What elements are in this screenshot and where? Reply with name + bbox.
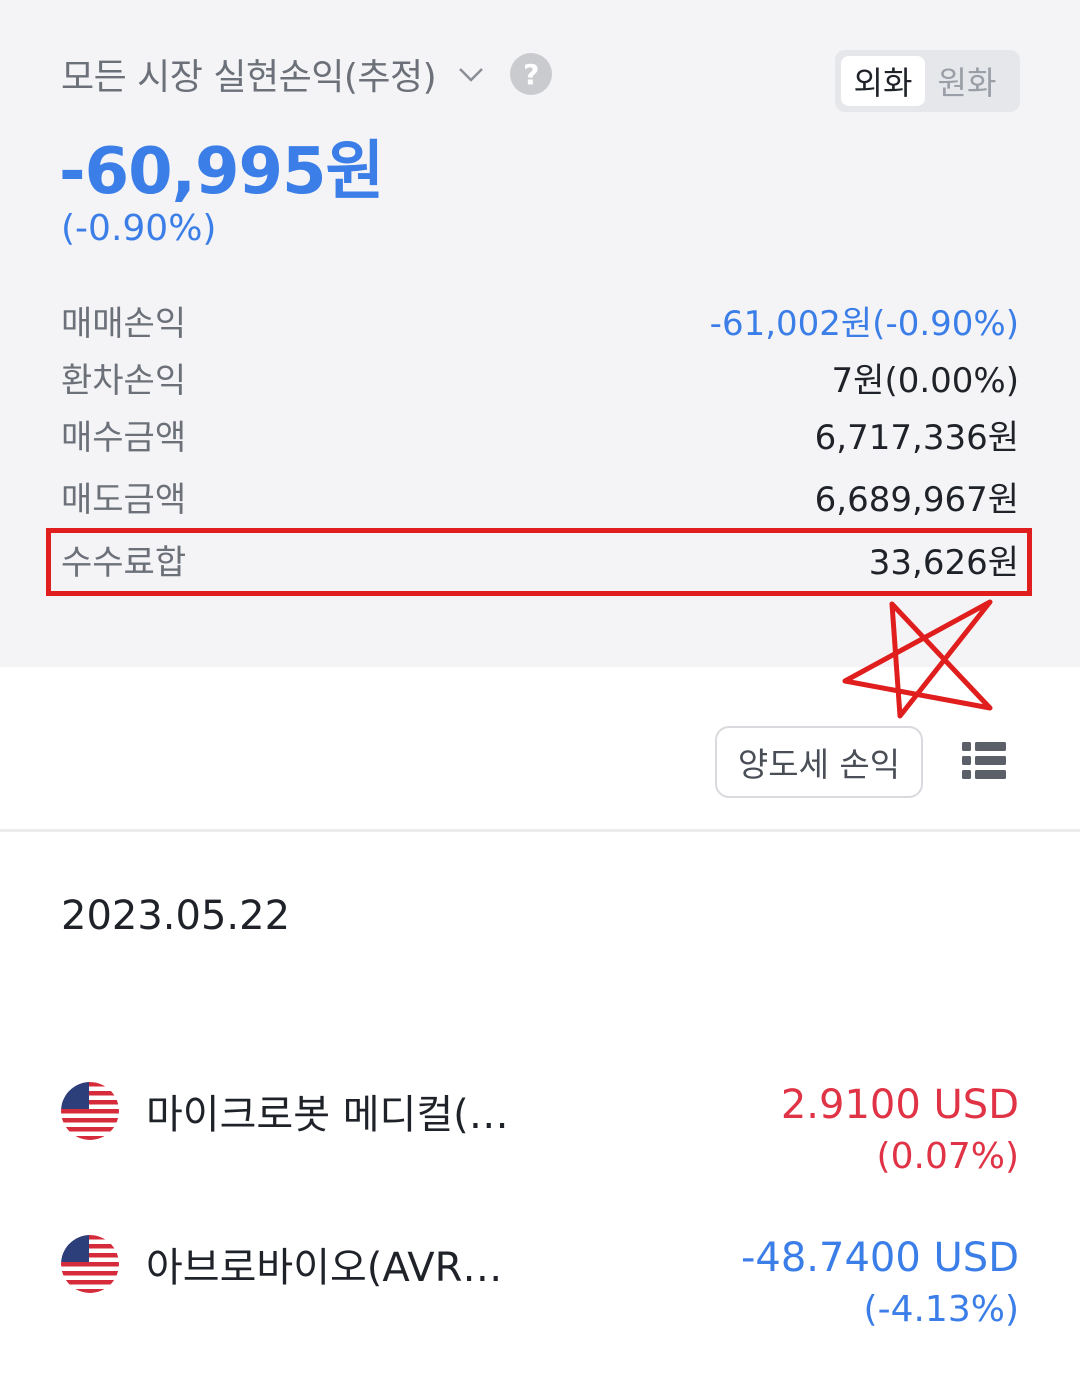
- history-date: 2023.05.22: [61, 893, 291, 939]
- capital-gains-tax-button[interactable]: 양도세 손익: [715, 726, 923, 798]
- fee-highlight-annotation: [46, 528, 1032, 596]
- chevron-down-icon[interactable]: [456, 59, 486, 89]
- stock-name: 마이크로봇 메디컬(…: [146, 1092, 509, 1138]
- section-divider: [0, 829, 1080, 832]
- toggle-won[interactable]: 원화: [925, 56, 1009, 106]
- row-value: 7원(0.00%): [831, 360, 1019, 401]
- row-value: -61,002원(-0.90%): [709, 303, 1019, 344]
- row-label: 매매손익: [61, 303, 187, 344]
- toggle-foreign-currency[interactable]: 외화: [841, 56, 925, 106]
- help-icon[interactable]: ?: [510, 53, 553, 95]
- market-selector[interactable]: 모든 시장 실현손익(추정) ?: [61, 48, 553, 100]
- stock-profit-percent: (0.07%): [876, 1136, 1019, 1177]
- list-item[interactable]: 아브로바이오(AVR… -48.7400 USD (-4.13%): [61, 1225, 1019, 1330]
- summary-row-sell: 매도금액 6,689,967원: [61, 471, 1019, 521]
- total-profit: -60,995원: [59, 135, 384, 209]
- total-profit-percent: (-0.90%): [61, 208, 217, 249]
- row-label: 환차손익: [61, 360, 187, 401]
- star-annotation: [842, 599, 993, 719]
- stock-profit-amount: -48.7400 USD: [740, 1235, 1019, 1281]
- row-label: 매도금액: [61, 479, 187, 520]
- summary-row-trade: 매매손익 -61,002원(-0.90%): [61, 295, 1019, 345]
- row-value: 6,717,336원: [814, 417, 1019, 458]
- page-title[interactable]: 모든 시장 실현손익(추정): [61, 48, 437, 100]
- us-flag-icon: [61, 1235, 119, 1293]
- us-flag-icon: [61, 1082, 119, 1140]
- row-label: 매수금액: [61, 417, 187, 458]
- summary-row-buy: 매수금액 6,717,336원: [61, 409, 1019, 459]
- currency-toggle[interactable]: 외화 원화: [835, 50, 1020, 112]
- row-value: 6,689,967원: [814, 479, 1019, 520]
- stock-name: 아브로바이오(AVR…: [146, 1245, 503, 1291]
- list-icon[interactable]: [962, 740, 1006, 782]
- stock-profit-amount: 2.9100 USD: [780, 1082, 1019, 1128]
- summary-row-fx: 환차손익 7원(0.00%): [61, 352, 1019, 402]
- stock-profit-percent: (-4.13%): [863, 1289, 1019, 1330]
- list-item[interactable]: 마이크로봇 메디컬(… 2.9100 USD (0.07%): [61, 1072, 1019, 1177]
